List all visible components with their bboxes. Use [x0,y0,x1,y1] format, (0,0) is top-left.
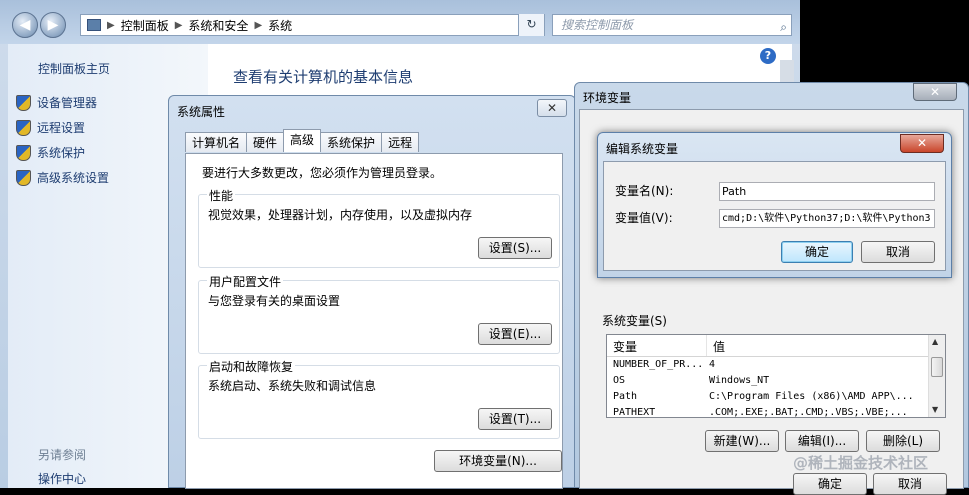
dialog-title: 编辑系统变量 [606,142,679,156]
breadcrumb-separator-icon: ▶ [174,19,183,31]
breadcrumb-control-panel[interactable]: 控制面板 [121,17,169,34]
tab-hardware[interactable]: 硬件 [246,132,285,152]
delete-variable-button[interactable]: 删除(L) [866,430,940,452]
close-icon: ✕ [916,136,928,150]
column-header-variable[interactable]: 变量 [607,335,707,356]
table-row[interactable]: OS Windows_NT [607,373,929,389]
list-header: 变量 值 [607,335,929,357]
sidebar-item-remote-settings[interactable]: 远程设置 [16,119,85,136]
new-variable-button[interactable]: 新建(W)... [705,430,779,452]
dialog-title: 系统属性 [177,105,226,119]
table-row[interactable]: NUMBER_OF_PR... 4 [607,357,929,373]
cancel-button[interactable]: 取消 [861,241,935,263]
edit-variable-button[interactable]: 编辑(I)... [785,430,859,452]
control-panel-titlebar: ◀ ▶ ▶ 控制面板 ▶ 系统和安全 ▶ 系统 ↻ 搜索控制面板 ⌕ [0,0,800,44]
table-row[interactable]: PATHEXT .COM;.EXE;.BAT;.CMD;.VBS;.VBE;..… [607,405,929,418]
variable-name: Path [613,391,638,402]
shield-icon [16,169,31,186]
sidebar-item-advanced-settings[interactable]: 高级系统设置 [16,169,109,186]
variable-value: .COM;.EXE;.BAT;.CMD;.VBS;.VBE;... [709,407,908,418]
variable-name-label: 变量名(N): [615,184,674,198]
sidebar-item-label: 远程设置 [37,121,86,135]
sidebar-item-label: 高级系统设置 [37,171,110,185]
tab-advanced[interactable]: 高级 [283,129,322,152]
ok-button[interactable]: 确定 [781,241,853,263]
system-properties-dialog: 系统属性 ✕ 计算机名 硬件 高级 系统保护 远程 要进行大多数更改，您必须作为… [168,95,576,489]
breadcrumb-system[interactable]: 系统 [268,17,292,34]
search-input[interactable]: 搜索控制面板 ⌕ [552,14,792,36]
see-also-heading: 另请参阅 [38,448,87,462]
group-title: 用户配置文件 [207,273,284,290]
dialog-title: 环境变量 [583,91,632,105]
tab-remote[interactable]: 远程 [381,132,420,152]
breadcrumb-separator-icon: ▶ [107,19,115,31]
tab-system-protection[interactable]: 系统保护 [320,132,383,152]
variable-name: NUMBER_OF_PR... [613,359,704,370]
close-button[interactable]: ✕ [913,83,957,101]
edit-variable-body: 变量名(N): Path 变量值(V): cmd;D:\软件\Python37;… [603,161,946,271]
variable-name: OS [613,375,626,386]
variable-value-field[interactable]: cmd;D:\软件\Python37;D:\软件\Python3 [719,209,935,228]
help-icon[interactable]: ? [760,48,776,64]
variable-name: PATHEXT [613,407,656,418]
variable-value: C:\Program Files (x86)\AMD APP\... [709,391,914,402]
control-panel-icon [87,19,101,31]
variable-value: 4 [709,359,716,370]
startup-recovery-group: 启动和故障恢复 系统启动、系统失败和调试信息 设置(T)... [198,358,560,439]
close-icon: ✕ [929,85,941,99]
shield-icon [16,94,31,111]
variable-value: Windows_NT [709,375,770,386]
scroll-thumb[interactable] [931,357,943,377]
address-bar[interactable]: ▶ 控制面板 ▶ 系统和安全 ▶ 系统 [80,14,545,36]
variable-name-field[interactable]: Path [719,182,935,201]
page-title: 查看有关计算机的基本信息 [233,68,414,86]
group-description: 系统启动、系统失败和调试信息 [208,379,377,393]
performance-settings-button[interactable]: 设置(S)... [478,237,552,259]
user-profiles-settings-button[interactable]: 设置(E)... [478,323,552,345]
cancel-button[interactable]: 取消 [873,473,947,495]
admin-notice: 要进行大多数更改，您必须作为管理员登录。 [202,166,443,180]
sidebar-home-link[interactable]: 控制面板主页 [38,60,110,77]
tab-computer-name[interactable]: 计算机名 [185,132,248,152]
shield-icon [16,144,31,161]
scroll-down-icon[interactable]: ▼ [932,405,938,414]
close-button[interactable]: ✕ [537,99,567,117]
performance-group: 性能 视觉效果，处理器计划，内存使用，以及虚拟内存 设置(S)... [198,187,560,268]
shield-icon [16,119,31,136]
search-placeholder: 搜索控制面板 [561,18,634,32]
close-icon: ✕ [546,101,558,115]
group-description: 视觉效果，处理器计划，内存使用，以及虚拟内存 [208,208,473,222]
sidebar-item-device-manager[interactable]: 设备管理器 [16,94,97,111]
forward-button[interactable]: ▶ [40,12,66,38]
variable-value-label: 变量值(V): [615,211,673,225]
group-title: 启动和故障恢复 [207,358,296,375]
edit-system-variable-dialog: 编辑系统变量 ✕ 变量名(N): Path 变量值(V): cmd;D:\软件\… [597,132,952,278]
group-description: 与您登录有关的桌面设置 [208,294,341,308]
sidebar-item-label: 设备管理器 [37,96,98,110]
breadcrumb-separator-icon: ▶ [254,19,263,31]
ok-button[interactable]: 确定 [793,473,867,495]
breadcrumb-system-security[interactable]: 系统和安全 [188,17,248,34]
close-button[interactable]: ✕ [900,134,944,153]
sidebar-item-system-protection[interactable]: 系统保护 [16,144,85,161]
column-header-value[interactable]: 值 [707,335,929,356]
advanced-tab-panel: 要进行大多数更改，您必须作为管理员登录。 性能 视觉效果，处理器计划，内存使用，… [185,153,563,489]
scroll-up-icon[interactable]: ▲ [932,337,938,346]
environment-variables-button[interactable]: 环境变量(N)... [434,450,562,472]
list-scrollbar[interactable]: ▲ ▼ [928,335,945,417]
back-button[interactable]: ◀ [12,12,38,38]
watermark: @稀土掘金技术社区 [793,454,929,472]
action-center-link[interactable]: 操作中心 [38,470,86,487]
search-icon[interactable]: ⌕ [780,17,787,37]
system-variables-list[interactable]: 变量 值 NUMBER_OF_PR... 4 OS Windows_NT Pat… [606,334,946,418]
table-row[interactable]: Path C:\Program Files (x86)\AMD APP\... [607,389,929,405]
sidebar-item-label: 系统保护 [37,146,86,160]
system-variables-label: 系统变量(S) [602,314,667,328]
tab-bar: 计算机名 硬件 高级 系统保护 远程 [185,129,420,152]
startup-recovery-settings-button[interactable]: 设置(T)... [478,408,552,430]
user-profiles-group: 用户配置文件 与您登录有关的桌面设置 设置(E)... [198,273,560,354]
refresh-button[interactable]: ↻ [518,14,544,36]
group-title: 性能 [207,187,236,204]
